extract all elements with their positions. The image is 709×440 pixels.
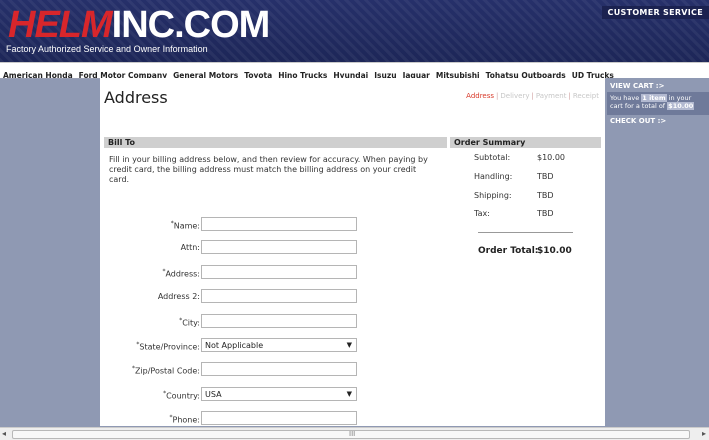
order-handling-row: Handling: TBD (474, 172, 554, 181)
form-row-city: *City: (100, 314, 605, 328)
scroll-right-arrow-icon[interactable]: ▸ (702, 429, 706, 438)
attn-input[interactable] (201, 240, 357, 254)
order-summary-header: Order Summary (450, 137, 601, 148)
address-2-input[interactable] (201, 289, 357, 303)
country-select[interactable]: USA ▼ (201, 387, 357, 401)
city-label: *City: (100, 317, 200, 328)
check-out-link[interactable]: CHECK OUT :> (610, 117, 666, 125)
country-label-text: Country: (166, 391, 200, 401)
step-separator: | (568, 92, 571, 100)
address-2-label-text: Address 2: (157, 292, 200, 301)
dropdown-arrow-icon: ▼ (346, 390, 352, 398)
name-input[interactable] (201, 217, 357, 231)
zip-postal-code-label-text: Zip/Postal Code: (134, 366, 200, 376)
zip-postal-code-label: *Zip/Postal Code: (100, 365, 200, 376)
zip-postal-code-input[interactable] (201, 362, 357, 376)
step-payment: Payment (535, 92, 567, 100)
phone-label-text: Phone: (172, 415, 200, 425)
page-title: Address (104, 88, 168, 107)
order-handling-label: Handling: (474, 172, 513, 181)
billing-instructions: Fill in your billing address below, and … (109, 155, 428, 184)
logo-inc: INC.COM (111, 4, 271, 46)
site-header: HELMINC.COM Factory Authorized Service a… (0, 0, 709, 62)
order-shipping-row: Shipping: TBD (474, 191, 554, 200)
attn-label: Attn: (100, 243, 200, 252)
checkout-steps: Address | Delivery | Payment | Receipt (466, 92, 599, 100)
address-label-text: Address: (165, 269, 200, 279)
name-label-text: Name: (173, 221, 200, 231)
site-tagline: Factory Authorized Service and Owner Inf… (6, 44, 208, 54)
form-row-zip-postal-code: *Zip/Postal Code: (100, 362, 605, 376)
horizontal-scrollbar[interactable]: ◂ III ▸ (0, 427, 709, 440)
cart-summary: You have 1 item in your cart for a total… (607, 92, 709, 115)
country-selected-value: USA (205, 390, 222, 399)
view-cart-link[interactable]: VIEW CART :> (610, 82, 664, 90)
name-label: *Name: (100, 220, 200, 231)
brand-nav: American Honda Ford Motor Company General … (0, 62, 709, 79)
city-label-text: City: (182, 318, 200, 328)
bill-to-header: Bill To (104, 137, 447, 148)
order-summary-divider (478, 232, 573, 233)
customer-service-link[interactable]: CUSTOMER SERVICE (601, 6, 709, 19)
state-province-label: *State/Province: (100, 341, 200, 352)
form-row-state-province: *State/Province: Not Applicable ▼ (100, 338, 605, 352)
address-input[interactable] (201, 265, 357, 279)
form-row-address: *Address: (100, 265, 605, 279)
phone-input[interactable] (201, 411, 357, 425)
attn-label-text: Attn: (180, 243, 200, 252)
state-province-select[interactable]: Not Applicable ▼ (201, 338, 357, 352)
address-2-label: Address 2: (100, 292, 200, 301)
step-separator: | (531, 92, 534, 100)
site-logo[interactable]: HELMINC.COM (8, 4, 271, 46)
order-handling-value: TBD (537, 172, 554, 181)
form-row-phone: *Phone: (100, 411, 605, 425)
country-label: *Country: (100, 390, 200, 401)
nav-item-american-honda[interactable]: American Honda (0, 69, 76, 78)
cart-text-before: You have (610, 94, 640, 102)
cart-item-count: 1 item (641, 94, 667, 102)
main-content: Address Address | Delivery | Payment | Receipt… (100, 78, 605, 426)
scroll-left-arrow-icon[interactable]: ◂ (2, 429, 6, 438)
form-row-name: *Name: (100, 217, 605, 231)
order-subtotal-row: Subtotal: $10.00 (474, 153, 565, 162)
logo-helm: HELM (8, 4, 113, 46)
scrollbar-grip: III (349, 430, 356, 438)
form-row-address-2: Address 2: (100, 289, 605, 303)
address-label: *Address: (100, 268, 200, 279)
order-tax-label: Tax: (474, 209, 490, 218)
order-shipping-value: TBD (537, 191, 554, 200)
order-total-label: Order Total: (478, 246, 539, 256)
cart-total: $10.00 (667, 102, 695, 110)
order-tax-row: Tax: TBD (474, 209, 554, 218)
order-total: Order Total: $10.00 (478, 246, 572, 256)
form-row-country: *Country: USA ▼ (100, 387, 605, 401)
order-total-value: $10.00 (537, 246, 572, 256)
order-subtotal-value: $10.00 (537, 153, 565, 162)
city-input[interactable] (201, 314, 357, 328)
cart-sidebar: VIEW CART :> You have 1 item in your car… (607, 78, 709, 426)
scrollbar-thumb[interactable]: III (12, 430, 690, 439)
phone-label: *Phone: (100, 414, 200, 425)
order-shipping-label: Shipping: (474, 191, 512, 200)
step-address[interactable]: Address (466, 92, 494, 100)
order-subtotal-label: Subtotal: (474, 153, 511, 162)
state-province-label-text: State/Province: (139, 342, 200, 352)
step-receipt: Receipt (572, 92, 599, 100)
state-province-selected-value: Not Applicable (205, 341, 264, 350)
dropdown-arrow-icon: ▼ (346, 341, 352, 349)
step-separator: | (496, 92, 499, 100)
order-tax-value: TBD (537, 209, 554, 218)
step-delivery: Delivery (500, 92, 530, 100)
